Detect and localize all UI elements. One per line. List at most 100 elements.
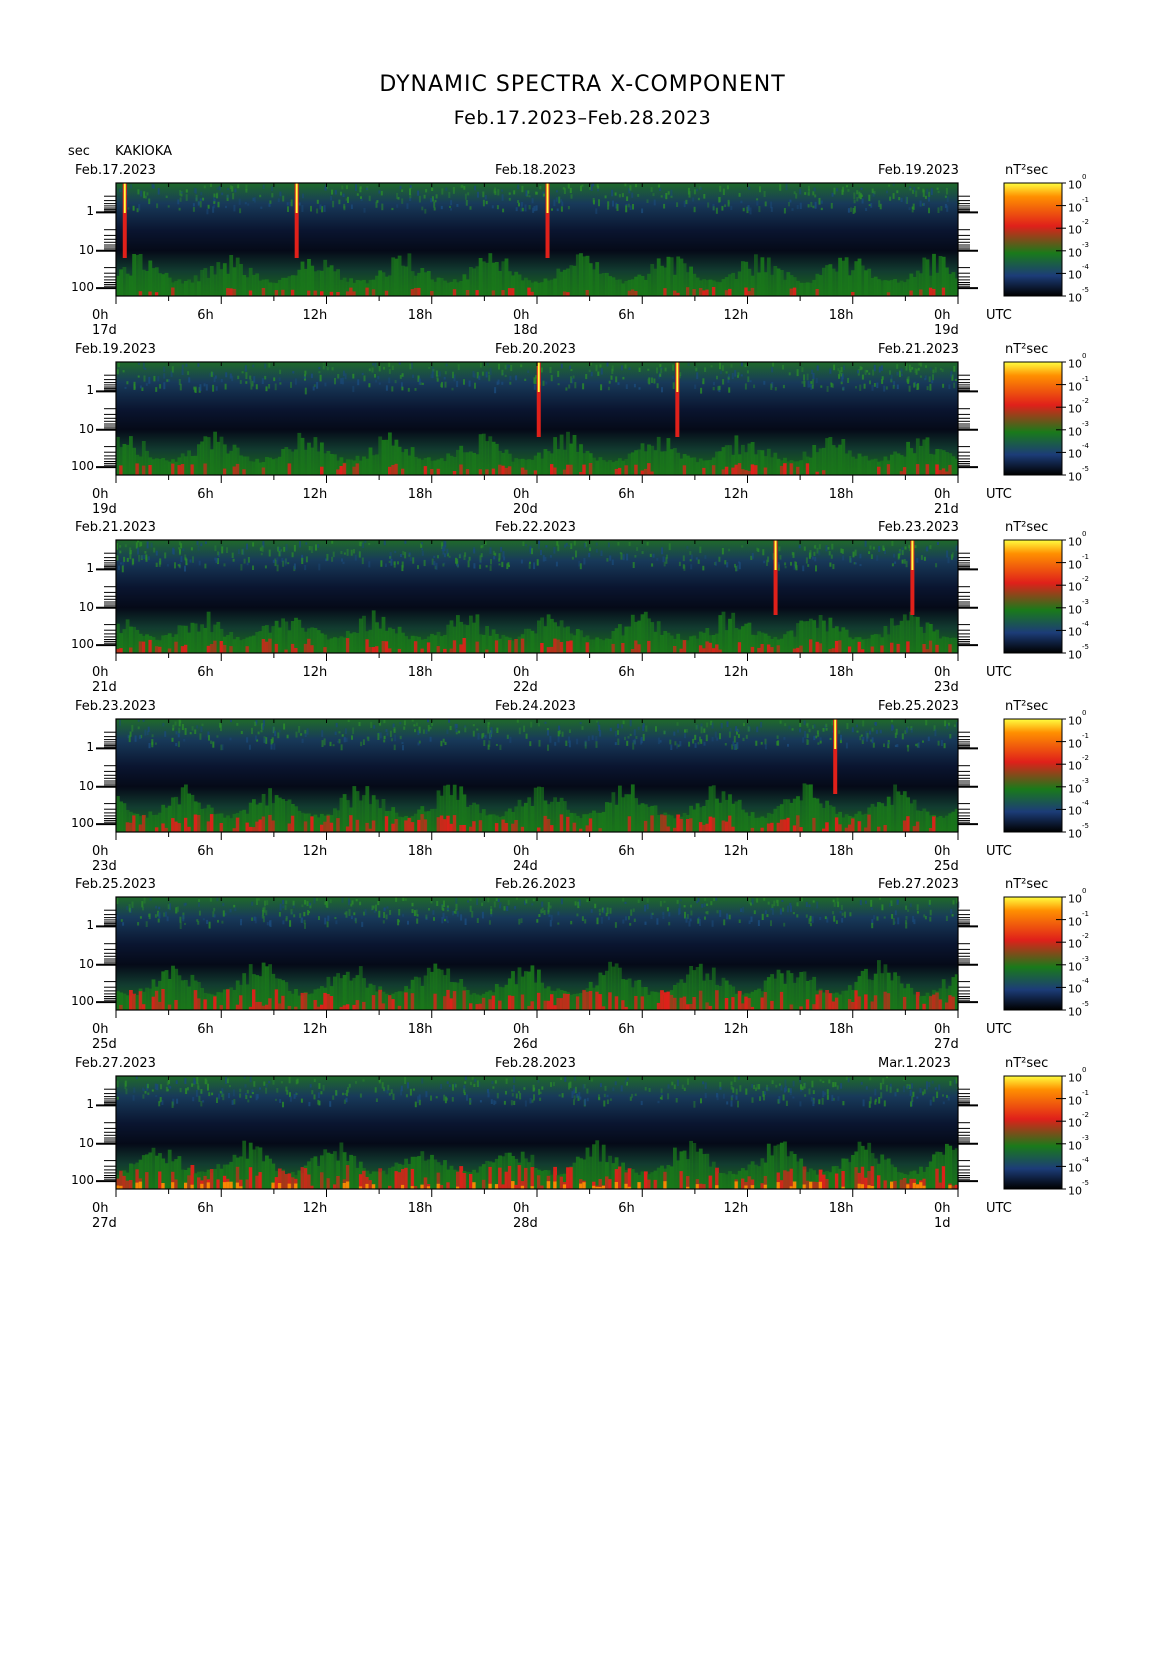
- colorbar-tick-label: 10-5: [1068, 1000, 1089, 1019]
- x-tick-label: 0h: [92, 1022, 109, 1037]
- x-unit-label: UTC: [986, 308, 1012, 323]
- x-unit-label: UTC: [986, 665, 1012, 680]
- colorbar-tick-label: 10-1: [1068, 1088, 1089, 1108]
- x-tick-label: 18h: [407, 665, 433, 680]
- y-tick-label: 1: [86, 383, 94, 398]
- colorbar-tick-label: 10-4: [1068, 1156, 1089, 1176]
- x-day-label: 23d: [934, 680, 959, 695]
- spike-mark: [773, 540, 778, 615]
- colorbar: [1003, 718, 1063, 833]
- x-unit-label: UTC: [986, 1201, 1012, 1216]
- x-day-label: 25d: [92, 1037, 117, 1052]
- colorbar-tick-label: 10-1: [1068, 731, 1089, 751]
- x-tick-label: 12h: [723, 665, 749, 680]
- x-tick-label: 18h: [828, 844, 854, 859]
- x-tick-label: 0h: [92, 1201, 109, 1216]
- spectra-panel: Feb.19.2023 Feb.20.2023 Feb.21.2023 nT²sec 1…: [0, 342, 1165, 522]
- colorbar-tick-label: 10-3: [1068, 240, 1089, 260]
- colorbar: [1003, 1075, 1063, 1190]
- x-tick-label: 12h: [302, 308, 328, 323]
- y-tick-label: 100: [71, 994, 94, 1009]
- x-unit-label: UTC: [986, 844, 1012, 859]
- colorbar-tick-label: 10-4: [1068, 263, 1089, 283]
- colorbar-tick-label: 10-3: [1068, 1133, 1089, 1153]
- colorbar-tick-label: 100: [1068, 352, 1087, 371]
- x-tick-label: 0h: [513, 1201, 530, 1216]
- spike-mark: [122, 183, 127, 258]
- colorbar-tick-label: 10-3: [1068, 597, 1089, 617]
- x-day-label: 18d: [513, 323, 538, 338]
- y-tick-label: 100: [71, 816, 94, 831]
- y-tick-label: 10: [78, 599, 94, 614]
- x-tick-label: 18h: [828, 1201, 854, 1216]
- spike-mark: [833, 719, 838, 794]
- x-tick-label: 0h: [513, 844, 530, 859]
- y-tick-label: 100: [71, 637, 94, 652]
- x-tick-label: 0h: [92, 308, 109, 323]
- y-tick-label: 1: [86, 1097, 94, 1112]
- colorbar-tick-label: 10-5: [1068, 1179, 1089, 1198]
- colorbar-tick-label: 10-2: [1068, 754, 1089, 773]
- x-day-label: 25d: [934, 859, 959, 874]
- colorbar-tick-label: 10-1: [1068, 195, 1089, 215]
- x-tick-label: 18h: [828, 308, 854, 323]
- x-tick-label: 6h: [618, 665, 635, 680]
- x-tick-label: 18h: [828, 665, 854, 680]
- colorbar-tick-label: 10-4: [1068, 977, 1089, 997]
- colorbar-tick-label: 10-2: [1068, 575, 1089, 594]
- x-day-label: 1d: [934, 1216, 951, 1231]
- spectra-panel: Feb.25.2023 Feb.26.2023 Feb.27.2023 nT²sec 1…: [0, 877, 1165, 1057]
- spike-mark: [536, 362, 541, 437]
- y-tick-label: 1: [86, 918, 94, 933]
- x-day-label: 17d: [92, 323, 117, 338]
- x-tick-label: 6h: [197, 844, 214, 859]
- spike-mark: [675, 362, 680, 437]
- x-tick-label: 0h: [934, 487, 951, 502]
- x-tick-label: 12h: [302, 1022, 328, 1037]
- colorbar-tick-label: 10-5: [1068, 465, 1089, 484]
- x-tick-label: 0h: [92, 665, 109, 680]
- colorbar-tick-label: 10-1: [1068, 552, 1089, 572]
- x-tick-label: 0h: [934, 665, 951, 680]
- y-tick-label: 100: [71, 459, 94, 474]
- spectra-panel: Feb.17.2023 Feb.18.2023 Feb.19.2023 nT²sec 1…: [0, 163, 1165, 343]
- x-tick-label: 0h: [92, 487, 109, 502]
- spectra-panel: Feb.23.2023 Feb.24.2023 Feb.25.2023 nT²sec 1…: [0, 699, 1165, 879]
- y-tick-label: 10: [78, 1135, 94, 1150]
- x-tick-label: 12h: [302, 665, 328, 680]
- x-day-label: 21d: [92, 680, 117, 695]
- station-label: KAKIOKA: [115, 144, 172, 159]
- y-tick-label: 1: [86, 561, 94, 576]
- y-tick-label: 10: [78, 956, 94, 971]
- colorbar-tick-label: 10-2: [1068, 218, 1089, 237]
- x-tick-label: 18h: [407, 1201, 433, 1216]
- y-unit-label: sec: [68, 144, 90, 159]
- spectra-panel: Feb.21.2023 Feb.22.2023 Feb.23.2023 nT²sec 1…: [0, 520, 1165, 700]
- colorbar-tick-label: 10-5: [1068, 286, 1089, 305]
- x-day-label: 24d: [513, 859, 538, 874]
- x-day-label: 21d: [934, 502, 959, 517]
- colorbar-tick-label: 10-3: [1068, 954, 1089, 974]
- x-tick-label: 12h: [302, 487, 328, 502]
- x-day-label: 26d: [513, 1037, 538, 1052]
- y-tick-label: 1: [86, 204, 94, 219]
- spectra-panel: Feb.27.2023 Feb.28.2023 Mar.1.2023 nT²sec 1 1…: [0, 1056, 1165, 1236]
- y-tick-label: 10: [78, 242, 94, 257]
- x-unit-label: UTC: [986, 487, 1012, 502]
- colorbar-tick-label: 100: [1068, 1066, 1087, 1085]
- colorbar-tick-label: 100: [1068, 173, 1087, 192]
- colorbar-tick-label: 10-2: [1068, 1111, 1089, 1130]
- x-day-label: 23d: [92, 859, 117, 874]
- y-tick-label: 1: [86, 740, 94, 755]
- x-tick-label: 0h: [513, 487, 530, 502]
- x-tick-label: 18h: [407, 308, 433, 323]
- colorbar-tick-label: 10-4: [1068, 799, 1089, 819]
- x-tick-label: 12h: [723, 844, 749, 859]
- x-day-label: 27d: [934, 1037, 959, 1052]
- x-tick-label: 0h: [934, 1201, 951, 1216]
- x-tick-label: 12h: [723, 1201, 749, 1216]
- x-tick-label: 6h: [197, 665, 214, 680]
- x-tick-label: 0h: [934, 308, 951, 323]
- x-tick-label: 18h: [828, 1022, 854, 1037]
- x-tick-label: 6h: [618, 1022, 635, 1037]
